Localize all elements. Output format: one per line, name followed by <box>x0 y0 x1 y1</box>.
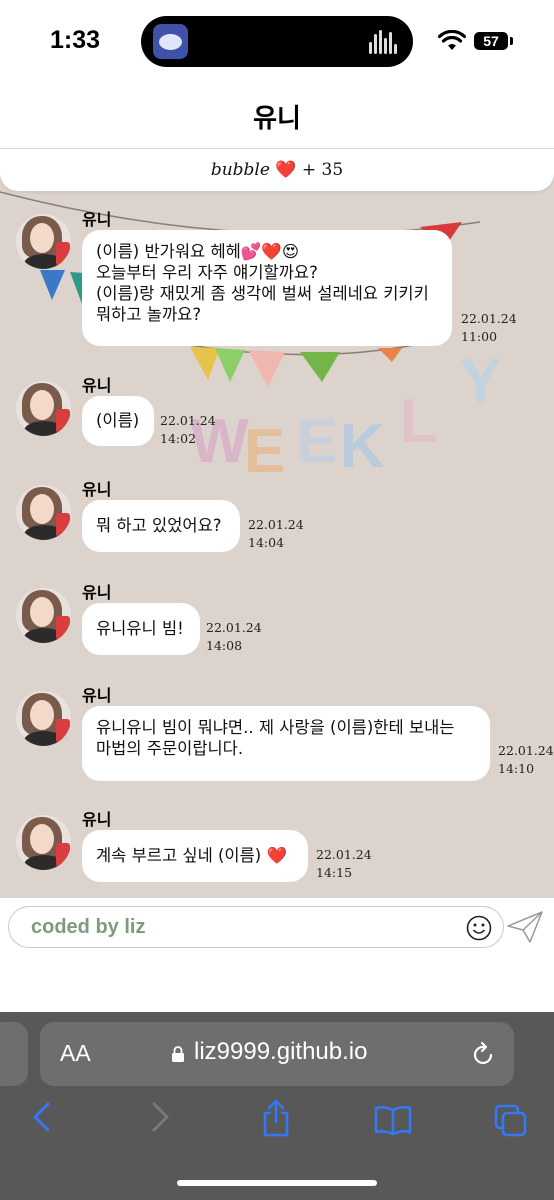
tabs-icon[interactable] <box>494 1104 528 1138</box>
bookmarks-icon[interactable] <box>374 1104 412 1136</box>
battery-icon: 57 <box>474 32 508 50</box>
message-item: 유니 유니유니 빔! 22.01.24 14:08 <box>0 577 554 667</box>
heart-icon: ❤️ <box>275 160 297 180</box>
message-bubble: 뭐 하고 있었어요? <box>82 500 240 552</box>
previous-tab[interactable] <box>0 1022 28 1086</box>
avatar[interactable] <box>16 381 71 436</box>
message-item: 유니 (이름) 22.01.24 14:02 <box>0 370 554 460</box>
url-text[interactable]: liz9999.github.io <box>194 1038 367 1066</box>
message-sender: 유니 <box>82 583 112 602</box>
chat-header: 유니 <box>0 82 554 149</box>
message-timestamp: 22.01.24 14:15 <box>316 847 372 880</box>
message-item: 유니 뭐 하고 있었어요? 22.01.24 14:04 <box>0 474 554 564</box>
bubble-count: + 35 <box>301 160 344 180</box>
message-timestamp: 22.01.24 14:04 <box>248 517 304 550</box>
status-time: 1:33 <box>50 26 101 54</box>
bubble-counter: bubble ❤️ + 35 <box>0 149 554 191</box>
share-icon[interactable] <box>261 1098 291 1138</box>
chat-area[interactable]: W E E K L Y 유니 bubble ❤️ + 35 유니 (이름) 반가… <box>0 82 554 898</box>
battery-tip <box>510 37 513 45</box>
home-indicator[interactable] <box>177 1180 377 1186</box>
message-bubble: 유니유니 빔이 뭐냐면.. 제 사랑을 (이름)한테 보내는 마법의 주문이랍니… <box>82 706 490 781</box>
message-sender: 유니 <box>82 686 112 705</box>
message-bubble: (이름) 반가워요 헤헤💕❤️😍 오늘부터 우리 자주 얘기할까요? (이름)랑… <box>82 230 452 346</box>
message-bubble: (이름) <box>82 396 154 446</box>
back-icon[interactable] <box>30 1100 52 1134</box>
message-sender: 유니 <box>82 810 112 829</box>
message-sender: 유니 <box>82 480 112 499</box>
message-bubble: 유니유니 빔! <box>82 603 200 655</box>
chat-title: 유니 <box>253 104 301 134</box>
message-timestamp: 22.01.24 11:00 <box>461 311 517 344</box>
reload-icon[interactable] <box>472 1041 496 1067</box>
message-sender: 유니 <box>82 376 112 395</box>
message-item: 유니 (이름) 반가워요 헤헤💕❤️😍 오늘부터 우리 자주 얘기할까요? (이… <box>0 202 554 352</box>
message-timestamp: 22.01.24 14:02 <box>160 413 216 446</box>
forward-icon[interactable] <box>150 1100 172 1134</box>
audio-wave-icon <box>369 30 399 54</box>
status-bar: 1:33 57 <box>0 0 554 82</box>
address-bar[interactable]: AA liz9999.github.io <box>40 1022 514 1086</box>
message-item: 유니 계속 부르고 싶네 (이름) ❤️ 22.01.24 14:15 <box>0 804 554 894</box>
message-input-value: coded by liz <box>31 916 146 938</box>
app-icon <box>153 24 188 59</box>
message-input[interactable]: coded by liz <box>8 906 504 948</box>
avatar[interactable] <box>16 214 71 269</box>
avatar[interactable] <box>16 815 71 870</box>
lock-icon <box>172 1046 184 1062</box>
smile-icon[interactable] <box>466 915 492 941</box>
message-item: 유니 유니유니 빔이 뭐냐면.. 제 사랑을 (이름)한테 보내는 마법의 주문… <box>0 680 554 790</box>
bubble-label: bubble <box>210 160 270 180</box>
message-bubble: 계속 부르고 싶네 (이름) ❤️ <box>82 830 308 882</box>
wifi-icon <box>438 30 466 50</box>
message-timestamp: 22.01.24 14:10 <box>498 743 554 776</box>
message-sender: 유니 <box>82 210 112 229</box>
dynamic-island[interactable] <box>141 16 413 67</box>
message-timestamp: 22.01.24 14:08 <box>206 620 262 653</box>
avatar[interactable] <box>16 485 71 540</box>
reader-settings-button[interactable]: AA <box>60 1040 91 1067</box>
avatar[interactable] <box>16 691 71 746</box>
avatar[interactable] <box>16 588 71 643</box>
send-icon[interactable] <box>506 910 544 944</box>
